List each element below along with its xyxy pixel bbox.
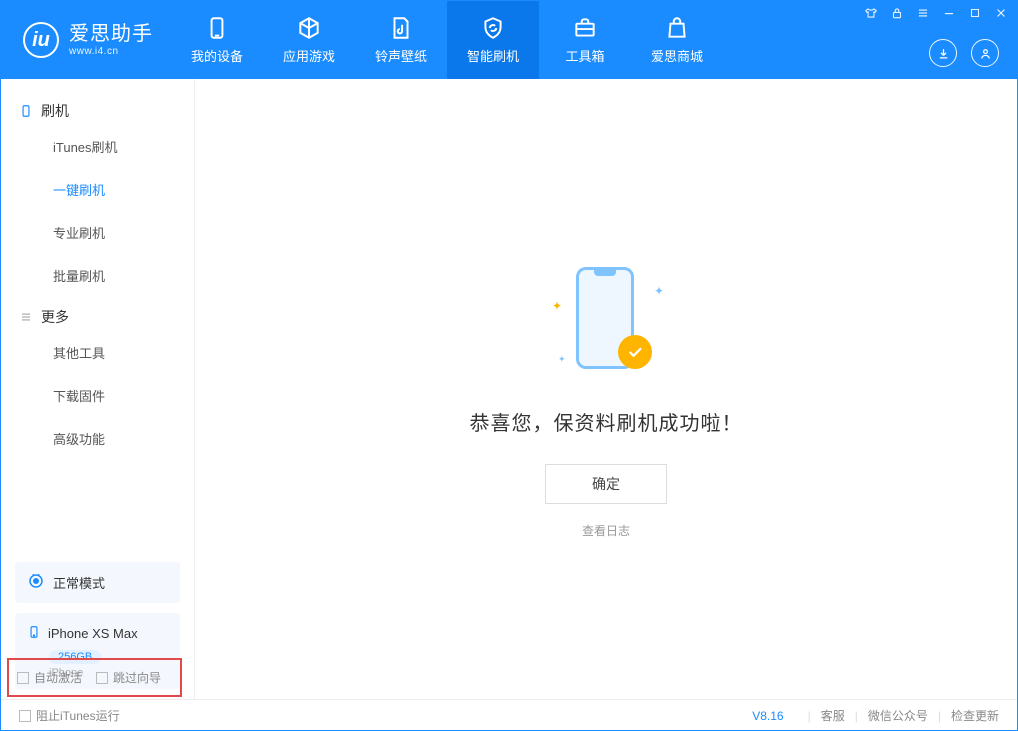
top-nav: 我的设备 应用游戏 铃声壁纸 智能刷机 工具箱 爱思商城	[171, 1, 723, 79]
menu-icon[interactable]	[915, 5, 931, 21]
app-title: 爱思助手	[69, 23, 153, 46]
checkbox-icon	[96, 672, 108, 684]
sidebar-group-more: 更多	[1, 297, 194, 331]
sidebar-item-itunes-flash[interactable]: iTunes刷机	[1, 125, 194, 168]
cube-icon	[296, 15, 322, 41]
list-icon	[19, 310, 33, 324]
shield-refresh-icon	[480, 15, 506, 41]
success-message: 恭喜您，保资料刷机成功啦！	[470, 407, 743, 436]
download-button[interactable]	[929, 39, 957, 67]
user-button[interactable]	[971, 39, 999, 67]
logo-area[interactable]: iu 爱思助手 www.i4.cn	[1, 1, 171, 79]
phone-small-icon	[19, 104, 33, 118]
view-log-link[interactable]: 查看日志	[582, 522, 630, 539]
logo-icon: iu	[23, 22, 59, 58]
nav-ringtones[interactable]: 铃声壁纸	[355, 1, 447, 79]
nav-toolbox[interactable]: 工具箱	[539, 1, 631, 79]
nav-flash[interactable]: 智能刷机	[447, 1, 539, 79]
nav-label: 爱思商城	[651, 46, 703, 65]
checkbox-label: 跳过向导	[113, 669, 161, 686]
bag-icon	[664, 15, 690, 41]
wechat-link[interactable]: 微信公众号	[868, 707, 928, 724]
device-name: iPhone XS Max	[48, 626, 138, 641]
device-phone-icon	[27, 623, 41, 644]
sidebar-item-pro-flash[interactable]: 专业刷机	[1, 211, 194, 254]
sidebar-item-batch-flash[interactable]: 批量刷机	[1, 254, 194, 297]
success-illustration: ✦ ✦ ✦	[546, 259, 666, 379]
briefcase-icon	[572, 15, 598, 41]
checkbox-icon	[17, 672, 29, 684]
sidebar-group-label: 更多	[41, 307, 69, 327]
sparkle-icon: ✦	[552, 299, 562, 313]
sidebar-item-advanced[interactable]: 高级功能	[1, 417, 194, 460]
ok-button[interactable]: 确定	[545, 464, 667, 504]
lock-icon[interactable]	[889, 5, 905, 21]
nav-label: 工具箱	[565, 46, 604, 65]
nav-label: 应用游戏	[283, 46, 335, 65]
sparkle-icon: ✦	[654, 284, 664, 298]
music-file-icon	[388, 15, 414, 41]
maximize-button[interactable]	[967, 5, 983, 21]
sidebar-item-download-firmware[interactable]: 下载固件	[1, 374, 194, 417]
checkbox-block-itunes[interactable]: 阻止iTunes运行	[19, 707, 120, 724]
window-controls	[863, 5, 1009, 21]
sidebar-item-other-tools[interactable]: 其他工具	[1, 331, 194, 374]
sidebar-footer-highlighted: 自动激活 跳过向导	[7, 658, 182, 697]
checkbox-label: 自动激活	[34, 669, 82, 686]
status-bar: 阻止iTunes运行 V8.16 | 客服 | 微信公众号 | 检查更新	[1, 699, 1017, 731]
nav-label: 我的设备	[191, 46, 243, 65]
sidebar: 刷机 iTunes刷机 一键刷机 专业刷机 批量刷机 更多 其他工具 下载固件 …	[1, 79, 195, 699]
version-label: V8.16	[752, 709, 783, 723]
sidebar-group-label: 刷机	[41, 101, 69, 121]
app-subtitle: www.i4.cn	[69, 46, 153, 58]
check-circle-icon	[618, 335, 652, 369]
sidebar-group-flash: 刷机	[1, 91, 194, 125]
nav-my-device[interactable]: 我的设备	[171, 1, 263, 79]
checkbox-auto-activate[interactable]: 自动激活	[17, 669, 82, 686]
checkbox-icon	[19, 710, 31, 722]
sidebar-item-one-click-flash[interactable]: 一键刷机	[1, 168, 194, 211]
tshirt-icon[interactable]	[863, 5, 879, 21]
main-panel: ✦ ✦ ✦ 恭喜您，保资料刷机成功啦！ 确定 查看日志	[195, 79, 1017, 699]
nav-store[interactable]: 爱思商城	[631, 1, 723, 79]
device-mode-box[interactable]: 正常模式	[15, 562, 180, 603]
minimize-button[interactable]	[941, 5, 957, 21]
support-link[interactable]: 客服	[821, 707, 845, 724]
header: iu 爱思助手 www.i4.cn 我的设备 应用游戏 铃声壁纸 智能刷机 工具…	[1, 1, 1017, 79]
header-actions	[929, 39, 999, 67]
checkbox-label: 阻止iTunes运行	[36, 707, 120, 724]
phone-icon	[204, 15, 230, 41]
sparkle-icon: ✦	[558, 354, 566, 365]
check-update-link[interactable]: 检查更新	[951, 707, 999, 724]
checkbox-skip-guide[interactable]: 跳过向导	[96, 669, 161, 686]
close-button[interactable]	[993, 5, 1009, 21]
nav-label: 智能刷机	[467, 46, 519, 65]
nav-apps[interactable]: 应用游戏	[263, 1, 355, 79]
normal-mode-icon	[27, 572, 45, 593]
device-mode-label: 正常模式	[53, 573, 105, 592]
nav-label: 铃声壁纸	[375, 46, 427, 65]
